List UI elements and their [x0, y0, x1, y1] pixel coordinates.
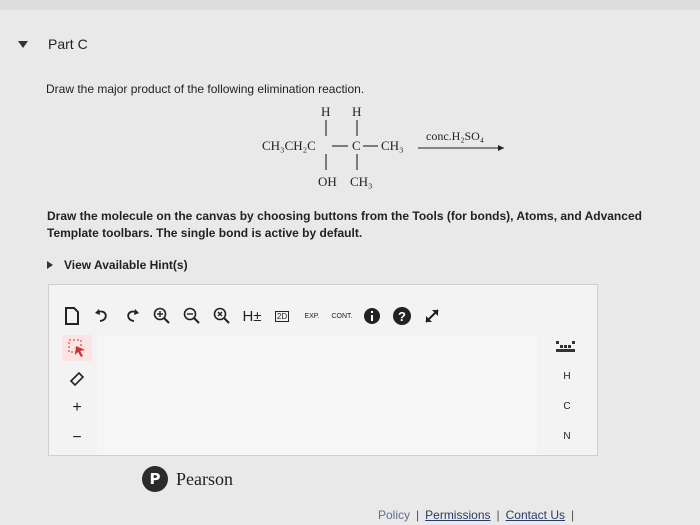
footer-links: Policy | Permissions | Contact Us |	[378, 508, 580, 522]
help-tool[interactable]: ?	[389, 303, 415, 329]
reaction-diagram: H H CH₃CH₂C C CH₃ OH CH₃ conc.H₂SO₄	[262, 104, 504, 189]
document-icon	[65, 307, 79, 325]
contract-label: CONT.	[331, 312, 353, 320]
eraser-tool[interactable]	[62, 365, 92, 391]
h-top-left: H	[321, 104, 330, 119]
select-tool[interactable]	[62, 335, 92, 361]
redo-icon	[127, 309, 139, 322]
atom-nitrogen[interactable]: N	[552, 425, 582, 447]
right-group: CH₃	[381, 138, 404, 153]
selection-arrow-icon	[68, 339, 85, 357]
footer-separator: |	[416, 508, 420, 522]
collapse-caret-icon[interactable]	[18, 40, 28, 48]
reagent-label: conc.H₂SO₄	[426, 129, 484, 143]
view-hints-link[interactable]: View Available Hint(s)	[47, 258, 188, 272]
fullscreen-tool[interactable]	[419, 303, 445, 329]
view-hints-label: View Available Hint(s)	[64, 258, 188, 272]
clean-2d-tool[interactable]: 2D	[269, 303, 295, 329]
ch3-bottom-group: CH₃	[350, 174, 373, 189]
negative-charge-tool[interactable]: −	[62, 425, 92, 451]
zoom-in-tool[interactable]	[149, 303, 175, 329]
instructions-text: Draw the molecule on the canvas by choos…	[47, 209, 642, 240]
zoom-reset-tool[interactable]	[209, 303, 235, 329]
left-group: CH₃CH₂C	[262, 138, 316, 153]
part-title: Part C	[48, 36, 88, 52]
expand-label: EXP.	[304, 312, 320, 320]
zoom-out-icon	[183, 307, 200, 324]
info-icon	[364, 308, 380, 324]
undo-tool[interactable]	[89, 303, 115, 329]
permissions-link[interactable]: Permissions	[425, 508, 490, 522]
drawing-sketcher: H± 2D EXP. CONT. ? + − H C N	[48, 284, 598, 456]
periodic-table-icon	[556, 341, 575, 352]
sketcher-toolbar: H± 2D EXP. CONT. ?	[59, 301, 587, 331]
footer-separator: |	[496, 508, 500, 522]
periodic-table-tool[interactable]	[552, 335, 582, 357]
eraser-icon	[69, 371, 85, 387]
svg-text:?: ?	[398, 309, 406, 324]
oh-group: OH	[318, 174, 337, 189]
atom-carbon[interactable]: C	[552, 395, 582, 417]
atoms-toolbar: H C N	[549, 335, 585, 455]
help-icon: ?	[393, 307, 411, 325]
part-header[interactable]: Part C	[18, 36, 88, 52]
zoom-reset-icon	[213, 307, 230, 324]
footer-separator: |	[570, 508, 575, 522]
h-top-right: H	[352, 104, 361, 119]
info-tool[interactable]	[359, 303, 385, 329]
pearson-brand: P Pearson	[142, 466, 233, 492]
contract-tool[interactable]: CONT.	[329, 303, 355, 329]
question-text: Draw the major product of the following …	[46, 82, 365, 96]
new-document-tool[interactable]	[59, 303, 85, 329]
reaction-arrow-head	[498, 145, 504, 151]
pearson-name: Pearson	[176, 468, 233, 489]
redo-tool[interactable]	[119, 303, 145, 329]
undo-icon	[95, 309, 107, 322]
atom-hydrogen[interactable]: H	[552, 365, 582, 387]
expand-tool[interactable]: EXP.	[299, 303, 325, 329]
zoom-in-icon	[153, 307, 170, 324]
explicit-hydrogens-tool[interactable]: H±	[239, 303, 265, 329]
top-bar	[0, 0, 700, 10]
center-carbon: C	[352, 138, 361, 153]
clean-2d-label: 2D	[274, 310, 290, 322]
expand-caret-icon[interactable]	[47, 261, 53, 269]
sketcher-left-tools: + −	[59, 335, 95, 455]
positive-charge-tool[interactable]: +	[62, 395, 92, 421]
zoom-out-tool[interactable]	[179, 303, 205, 329]
contact-us-link[interactable]: Contact Us	[506, 508, 565, 522]
drawing-canvas[interactable]	[97, 335, 537, 455]
fullscreen-icon	[425, 309, 439, 323]
privacy-policy-link[interactable]: Policy	[378, 508, 410, 522]
pearson-logo: P	[142, 466, 168, 492]
